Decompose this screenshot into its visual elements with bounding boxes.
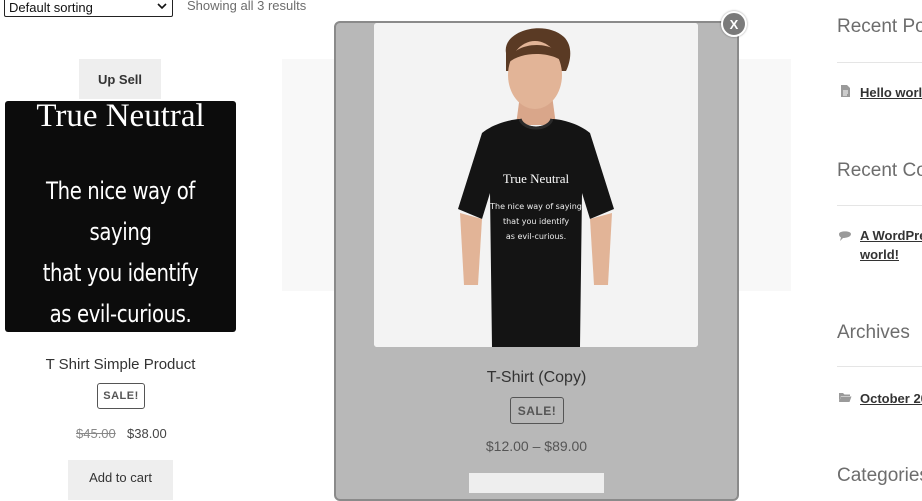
product-image[interactable]: True Neutral The nice way of saying that… [5, 101, 236, 332]
popup-sale-badge: SALE! [510, 397, 564, 424]
product-title[interactable]: T Shirt Simple Product [5, 356, 236, 373]
sidebar-divider [837, 205, 922, 206]
sort-select[interactable]: Default sorting [4, 0, 173, 17]
add-to-cart-button[interactable]: Add to cart [68, 460, 173, 500]
sale-badge: SALE! [97, 383, 145, 409]
popup-price: $12.00 – $89.00 [485, 438, 588, 454]
popup-product-image[interactable]: True Neutral The nice way of saying that… [374, 23, 698, 347]
popup-product-title[interactable]: T-Shirt (Copy) [336, 369, 737, 387]
recent-post-link[interactable]: Hello worl [860, 83, 922, 102]
popup-add-button[interactable] [469, 473, 604, 493]
comment-link-line-1[interactable]: A WordPre [860, 226, 922, 245]
categories-heading: Categories [837, 465, 922, 486]
archives-heading: Archives [837, 322, 910, 343]
price-new: $38.00 [127, 426, 167, 441]
comment-icon [839, 231, 851, 241]
upsell-label: Up Sell [79, 59, 161, 99]
shirt-print-line-1: The nice way of saying [490, 202, 582, 211]
product-image-line-3: as evil-curious. [49, 300, 192, 328]
comment-link-line-2[interactable]: world! [860, 245, 922, 264]
product-image-title-text: True Neutral [36, 101, 205, 134]
close-button[interactable]: X [721, 11, 747, 37]
chevron-down-icon [157, 3, 167, 10]
shirt-print-body: The nice way of saying that you identify… [374, 199, 698, 244]
document-icon [841, 85, 850, 97]
price-old: $45.00 [76, 426, 116, 441]
sort-select-value: Default sorting [9, 0, 93, 15]
archive-link[interactable]: October 20 [860, 389, 922, 408]
shirt-print-title: True Neutral [502, 171, 570, 186]
product-image-line-2: that you identify [42, 259, 199, 287]
folder-icon [839, 393, 852, 402]
recent-posts-heading: Recent Pos [837, 16, 922, 37]
product-image-body-text: The nice way of saying that you identify… [26, 171, 215, 332]
shirt-print-line-2: that you identify [502, 217, 570, 226]
result-count: Showing all 3 results [187, 0, 307, 13]
shirt-print-line-3: as evil-curious. [505, 232, 567, 241]
recent-comments-heading: Recent Com [837, 160, 922, 181]
sidebar-divider [837, 62, 922, 63]
sidebar-divider [837, 366, 922, 367]
product-image-line-1: The nice way of saying [46, 177, 195, 246]
comment-link[interactable]: A WordPre world! [860, 226, 922, 264]
